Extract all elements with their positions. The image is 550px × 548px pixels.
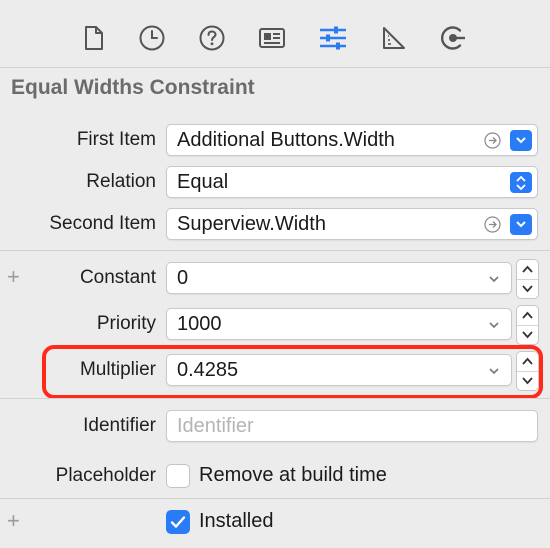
identity-inspector-icon[interactable] [256,20,288,56]
stepper-up-icon[interactable] [522,311,533,319]
popup-chevron-icon[interactable] [510,214,532,235]
stepper-down-icon[interactable] [522,285,533,293]
second-item-label: Second Item [49,213,156,234]
constant-label: Constant [79,267,156,288]
add-variation-plus-icon[interactable]: + [7,266,20,288]
identifier-label: Identifier [83,415,156,436]
installed-checkbox[interactable] [166,510,190,534]
inspector-toolbar [0,0,550,68]
priority-label: Priority [96,313,156,334]
popup-chevron-icon[interactable] [510,130,532,151]
identifier-placeholder: Identifier [177,415,254,437]
priority-combobox[interactable]: 1000 [166,308,512,340]
section-divider [0,250,550,251]
size-inspector-icon[interactable] [378,20,410,56]
remove-at-build-time-label: Remove at build time [199,464,387,486]
checkmark-icon [170,516,186,528]
jump-arrow-icon[interactable] [484,132,501,149]
installed-label: Installed [199,510,274,532]
remove-at-build-time-checkbox[interactable] [166,464,190,488]
quick-help-icon[interactable] [196,20,228,56]
second-item-popup[interactable]: Superview.Width [166,208,538,240]
relation-label: Relation [86,171,156,192]
section-divider [0,498,550,499]
constant-value: 0 [177,267,189,289]
priority-stepper[interactable] [516,305,539,345]
chevron-down-icon[interactable] [487,272,501,286]
relation-value: Equal [177,171,229,193]
jump-arrow-icon[interactable] [484,216,501,233]
multiplier-highlight-annotation [42,345,543,399]
constant-stepper[interactable] [516,259,539,299]
stepper-down-icon[interactable] [522,331,533,339]
second-item-value: Superview.Width [177,213,326,235]
identifier-field[interactable]: Identifier [166,410,538,442]
first-item-label: First Item [76,129,156,150]
attributes-inspector-icon[interactable] [317,20,349,56]
section-divider [0,398,550,399]
history-inspector-icon[interactable] [136,20,168,56]
constant-combobox[interactable]: 0 [166,262,512,294]
section-title: Equal Widths Constraint [11,76,255,99]
file-inspector-icon[interactable] [78,20,110,56]
connections-inspector-icon[interactable] [437,20,469,56]
first-item-popup[interactable]: Additional Buttons.Width [166,124,538,156]
chevron-down-icon[interactable] [487,318,501,332]
updown-chevron-icon[interactable] [510,172,532,193]
first-item-value: Additional Buttons.Width [177,129,395,151]
priority-value: 1000 [177,313,222,335]
placeholder-label: Placeholder [55,465,156,486]
relation-popup[interactable]: Equal [166,166,538,198]
stepper-up-icon[interactable] [522,265,533,273]
add-variation-plus-icon[interactable]: + [7,510,20,532]
